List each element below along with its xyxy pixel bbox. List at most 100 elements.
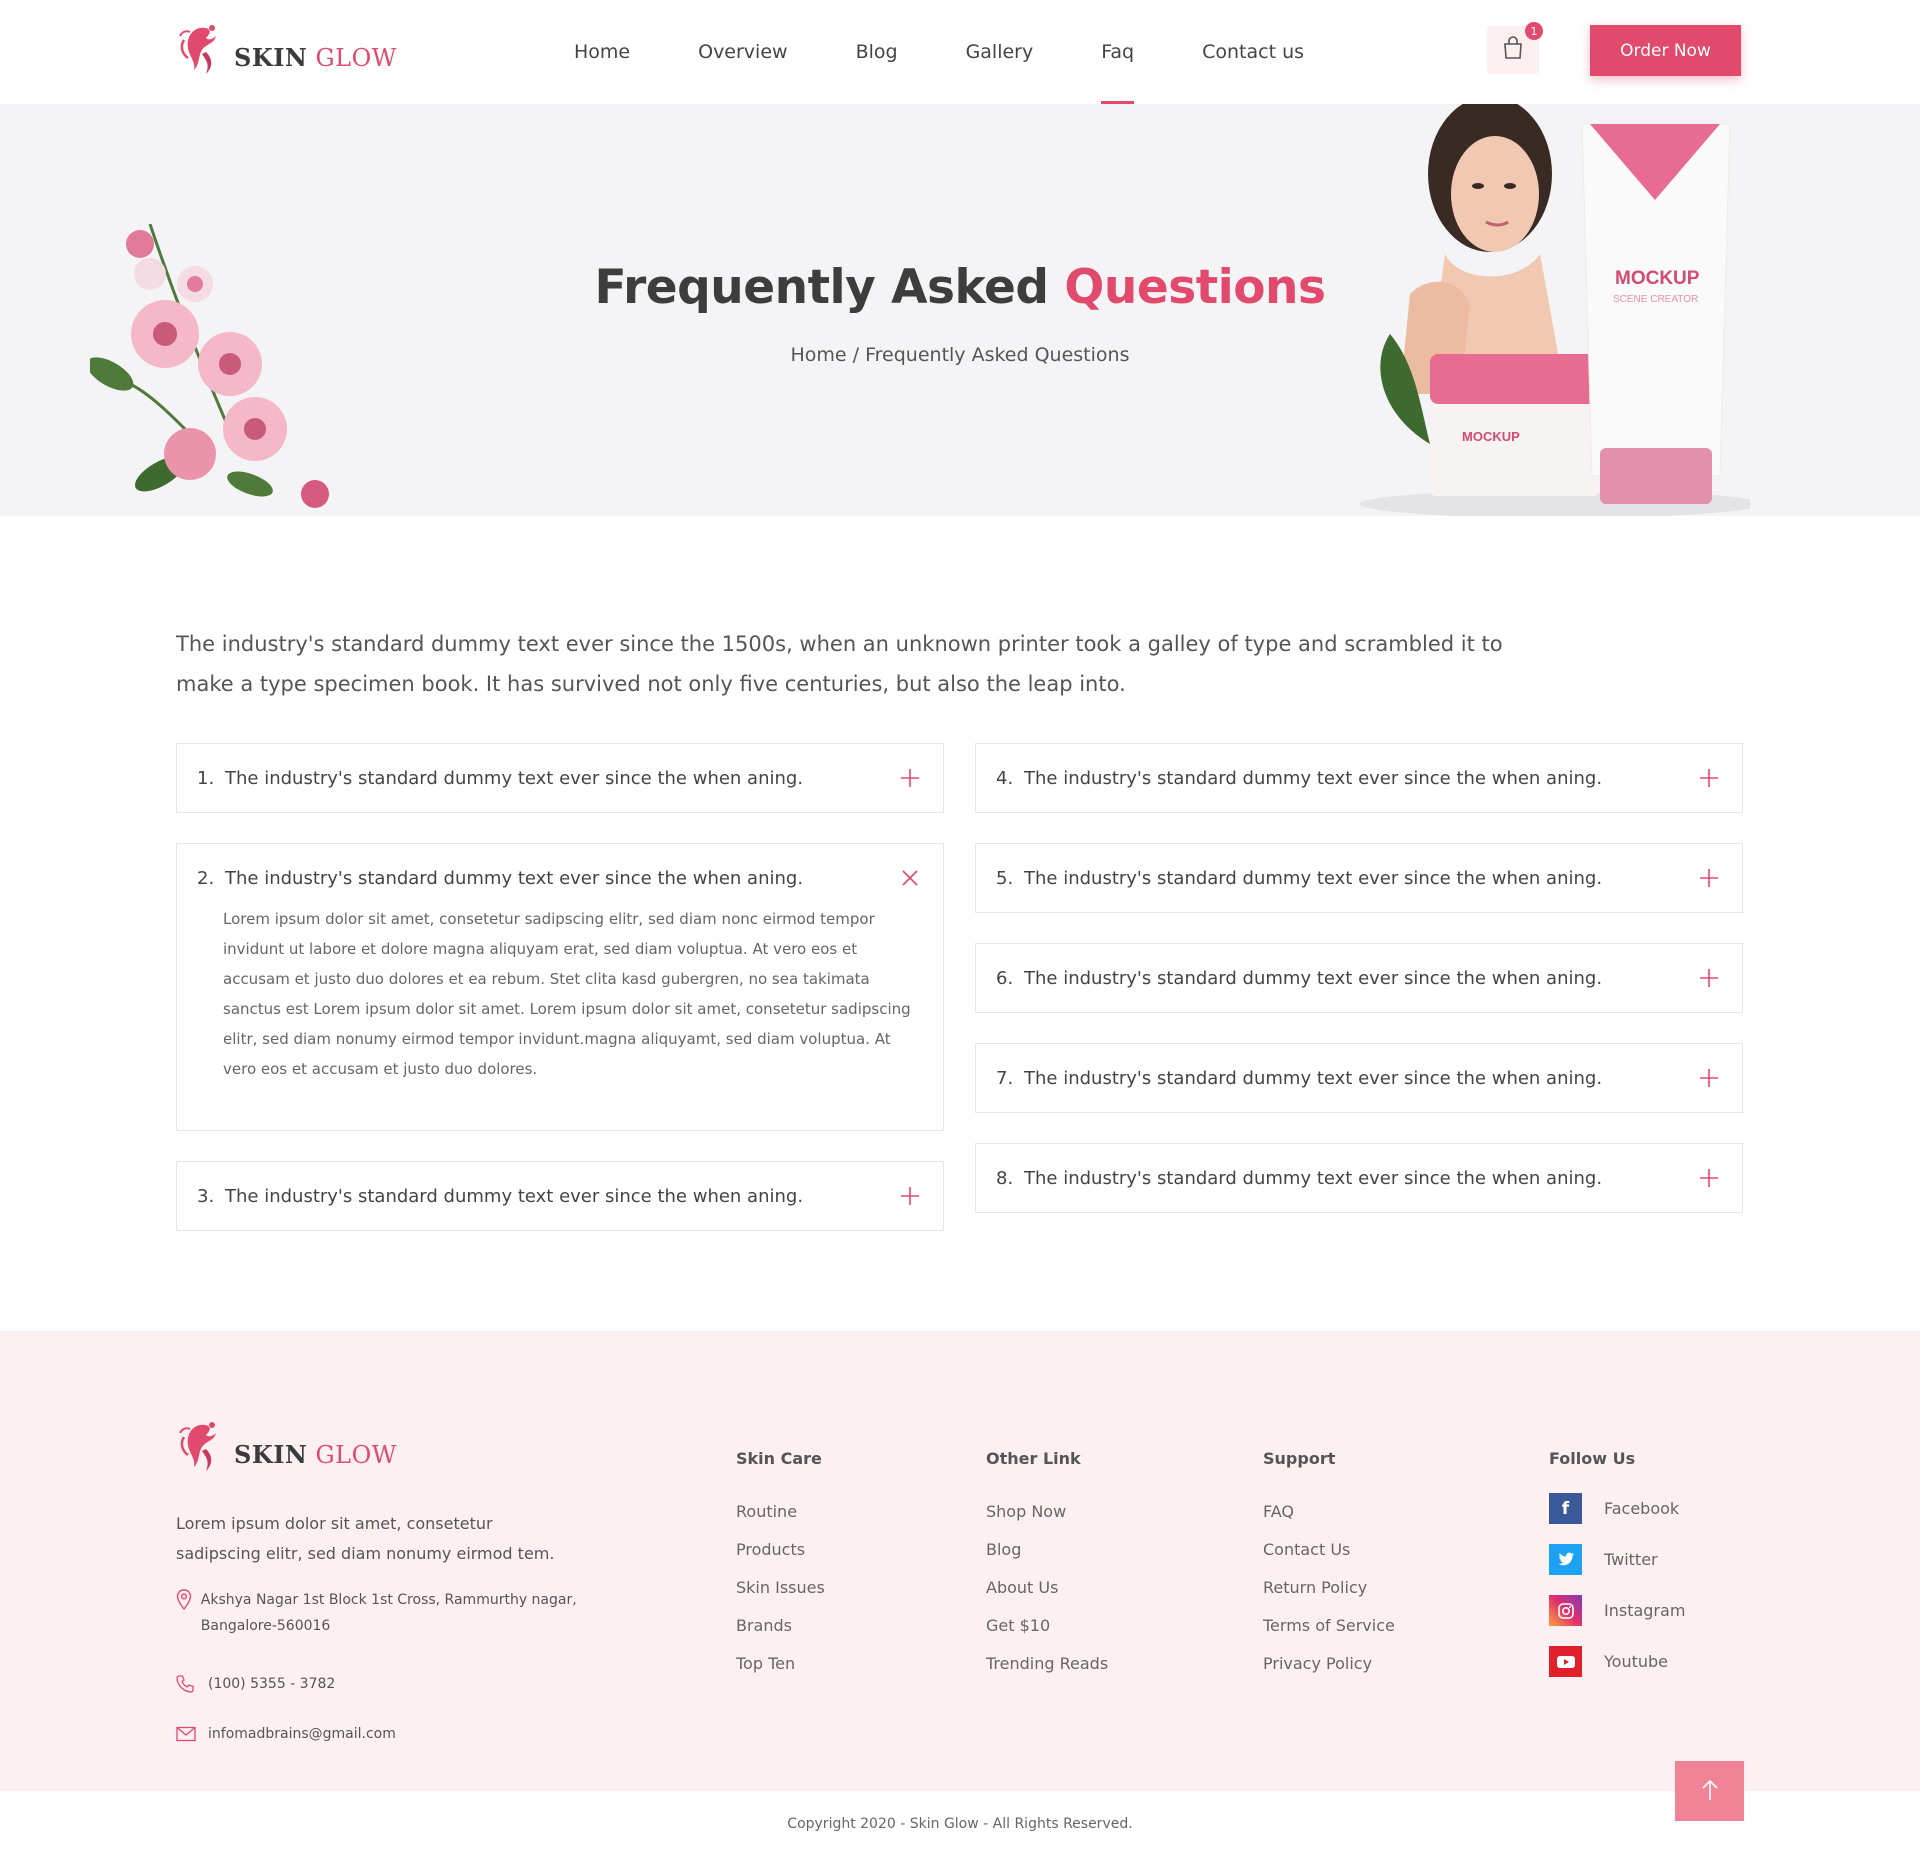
faq-question: The industry's standard dummy text ever … bbox=[1024, 867, 1603, 889]
scroll-to-top-button[interactable] bbox=[1675, 1761, 1744, 1821]
footer-link-skin-issues[interactable]: Skin Issues bbox=[736, 1569, 825, 1607]
footer-phone: (100) 5355 - 3782 bbox=[176, 1671, 335, 1697]
logo-wordmark: SKIN GLOW bbox=[234, 43, 397, 72]
footer-column-other-link: Other Link Shop Now Blog About Us Get $1… bbox=[986, 1449, 1108, 1683]
faq-column-left: 1. The industry's standard dummy text ev… bbox=[176, 743, 944, 1261]
cart-button[interactable]: 1 bbox=[1487, 22, 1543, 74]
plus-icon[interactable] bbox=[1698, 1067, 1720, 1089]
faq-item-expanded: 2. The industry's standard dummy text ev… bbox=[176, 843, 944, 1131]
nav-contact-us[interactable]: Contact us bbox=[1168, 0, 1338, 104]
faq-number: 6. bbox=[996, 967, 1014, 989]
faq-item: 4. The industry's standard dummy text ev… bbox=[975, 743, 1743, 813]
faq-item: 5. The industry's standard dummy text ev… bbox=[975, 843, 1743, 913]
page-title-accent: Questions bbox=[1064, 260, 1326, 315]
woman-silhouette-logo-icon bbox=[176, 1417, 232, 1477]
footer-column-title: Follow Us bbox=[1549, 1449, 1636, 1468]
faq-question-toggle[interactable]: 5. The industry's standard dummy text ev… bbox=[976, 844, 1742, 912]
footer-description: Lorem ipsum dolor sit amet, consetetur s… bbox=[176, 1514, 555, 1563]
footer-link-blog[interactable]: Blog bbox=[986, 1531, 1108, 1569]
social-link-youtube[interactable]: Youtube bbox=[1549, 1636, 1685, 1687]
footer-column-skin-care: Skin Care Routine Products Skin Issues B… bbox=[736, 1449, 825, 1683]
close-icon[interactable] bbox=[899, 867, 921, 889]
faq-number: 7. bbox=[996, 1067, 1014, 1089]
page-hero: Frequently Asked Questions Home / Freque… bbox=[0, 104, 1920, 516]
faq-item: 7. The industry's standard dummy text ev… bbox=[975, 1043, 1743, 1113]
social-link-instagram[interactable]: Instagram bbox=[1549, 1585, 1685, 1636]
faq-question-toggle[interactable]: 3. The industry's standard dummy text ev… bbox=[177, 1162, 943, 1230]
nav-gallery[interactable]: Gallery bbox=[932, 0, 1068, 104]
faq-item: 1. The industry's standard dummy text ev… bbox=[176, 743, 944, 813]
site-header: SKIN GLOW Home Overview Blog Gallery Faq… bbox=[0, 0, 1920, 104]
footer-phone-text[interactable]: (100) 5355 - 3782 bbox=[208, 1671, 335, 1697]
faq-question-toggle[interactable]: 8. The industry's standard dummy text ev… bbox=[976, 1144, 1742, 1212]
site-footer: SKIN GLOW Lorem ipsum dolor sit amet, co… bbox=[0, 1331, 1920, 1791]
plus-icon[interactable] bbox=[1698, 967, 1720, 989]
plus-icon[interactable] bbox=[899, 1185, 921, 1207]
faq-question-toggle[interactable]: 1. The industry's standard dummy text ev… bbox=[177, 744, 943, 812]
location-pin-icon bbox=[176, 1587, 201, 1613]
nav-blog[interactable]: Blog bbox=[822, 0, 932, 104]
faq-item: 3. The industry's standard dummy text ev… bbox=[176, 1161, 944, 1231]
footer-address-text: Akshya Nagar 1st Block 1st Cross, Rammur… bbox=[200, 1592, 577, 1634]
footer-address: Akshya Nagar 1st Block 1st Cross, Rammur… bbox=[176, 1587, 596, 1639]
plus-icon[interactable] bbox=[899, 767, 921, 789]
faq-question: The industry's standard dummy text ever … bbox=[1024, 967, 1603, 989]
social-link-twitter[interactable]: Twitter bbox=[1549, 1534, 1685, 1585]
footer-link-brands[interactable]: Brands bbox=[736, 1607, 825, 1645]
faq-question: The industry's standard dummy text ever … bbox=[1024, 1067, 1603, 1089]
plus-icon[interactable] bbox=[1698, 767, 1720, 789]
footer-column-title: Skin Care bbox=[736, 1449, 822, 1468]
faq-question: The industry's standard dummy text ever … bbox=[225, 767, 804, 789]
footer-email-text[interactable]: infomadbrains@gmail.com bbox=[208, 1721, 396, 1747]
faq-number: 1. bbox=[197, 767, 215, 789]
faq-item: 6. The industry's standard dummy text ev… bbox=[975, 943, 1743, 1013]
footer-logo[interactable]: SKIN GLOW bbox=[176, 1417, 397, 1477]
plus-icon[interactable] bbox=[1698, 867, 1720, 889]
faq-question-toggle[interactable]: 6. The industry's standard dummy text ev… bbox=[976, 944, 1742, 1012]
faq-answer: Lorem ipsum dolor sit amet, consetetur s… bbox=[223, 910, 911, 1078]
logo-word-glow: GLOW bbox=[315, 1440, 397, 1469]
footer-link-about-us[interactable]: About Us bbox=[986, 1569, 1108, 1607]
site-logo[interactable]: SKIN GLOW bbox=[176, 20, 397, 80]
footer-link-get-10[interactable]: Get $10 bbox=[986, 1607, 1108, 1645]
faq-question-toggle[interactable]: 7. The industry's standard dummy text ev… bbox=[976, 1044, 1742, 1112]
social-link-facebook[interactable]: f Facebook bbox=[1549, 1483, 1685, 1534]
footer-link-top-ten[interactable]: Top Ten bbox=[736, 1645, 825, 1683]
nav-overview[interactable]: Overview bbox=[664, 0, 821, 104]
logo-word-glow: GLOW bbox=[315, 43, 397, 72]
arrow-up-icon bbox=[1701, 1778, 1719, 1805]
footer-link-products[interactable]: Products bbox=[736, 1531, 825, 1569]
footer-link-return-policy[interactable]: Return Policy bbox=[1263, 1569, 1395, 1607]
faq-question: The industry's standard dummy text ever … bbox=[225, 1185, 804, 1207]
footer-link-trending-reads[interactable]: Trending Reads bbox=[986, 1645, 1108, 1683]
social-label: Twitter bbox=[1604, 1550, 1658, 1569]
cart-count-badge: 1 bbox=[1525, 22, 1543, 40]
footer-link-faq[interactable]: FAQ bbox=[1263, 1493, 1395, 1531]
footer-column-support: Support FAQ Contact Us Return Policy Ter… bbox=[1263, 1449, 1395, 1683]
main-nav: Home Overview Blog Gallery Faq Contact u… bbox=[540, 0, 1338, 104]
faq-question-toggle[interactable]: 2. The industry's standard dummy text ev… bbox=[177, 844, 943, 912]
faq-question-toggle[interactable]: 4. The industry's standard dummy text ev… bbox=[976, 744, 1742, 812]
copyright-text: Copyright 2020 - Skin Glow - All Rights … bbox=[787, 1816, 1133, 1832]
footer-column-title: Support bbox=[1263, 1449, 1336, 1468]
faq-column-right: 4. The industry's standard dummy text ev… bbox=[975, 743, 1743, 1243]
youtube-icon bbox=[1549, 1646, 1582, 1677]
footer-link-routine[interactable]: Routine bbox=[736, 1493, 825, 1531]
shopping-bag-icon bbox=[1502, 36, 1524, 64]
nav-faq[interactable]: Faq bbox=[1067, 0, 1168, 104]
footer-link-shop-now[interactable]: Shop Now bbox=[986, 1493, 1108, 1531]
faq-number: 5. bbox=[996, 867, 1014, 889]
footer-link-privacy-policy[interactable]: Privacy Policy bbox=[1263, 1645, 1395, 1683]
footer-link-contact-us[interactable]: Contact Us bbox=[1263, 1531, 1395, 1569]
faq-number: 3. bbox=[197, 1185, 215, 1207]
logo-wordmark: SKIN GLOW bbox=[234, 1440, 397, 1469]
plus-icon[interactable] bbox=[1698, 1167, 1720, 1189]
faq-number: 8. bbox=[996, 1167, 1014, 1189]
nav-home[interactable]: Home bbox=[540, 0, 664, 104]
page-title-main: Frequently Asked bbox=[594, 260, 1050, 315]
order-now-button[interactable]: Order Now bbox=[1590, 25, 1741, 76]
footer-column-follow-us: Follow Us f Facebook Twitter Instagram Y… bbox=[1549, 1449, 1685, 1687]
facebook-icon: f bbox=[1549, 1493, 1582, 1524]
footer-link-terms-of-service[interactable]: Terms of Service bbox=[1263, 1607, 1395, 1645]
faq-number: 4. bbox=[996, 767, 1014, 789]
